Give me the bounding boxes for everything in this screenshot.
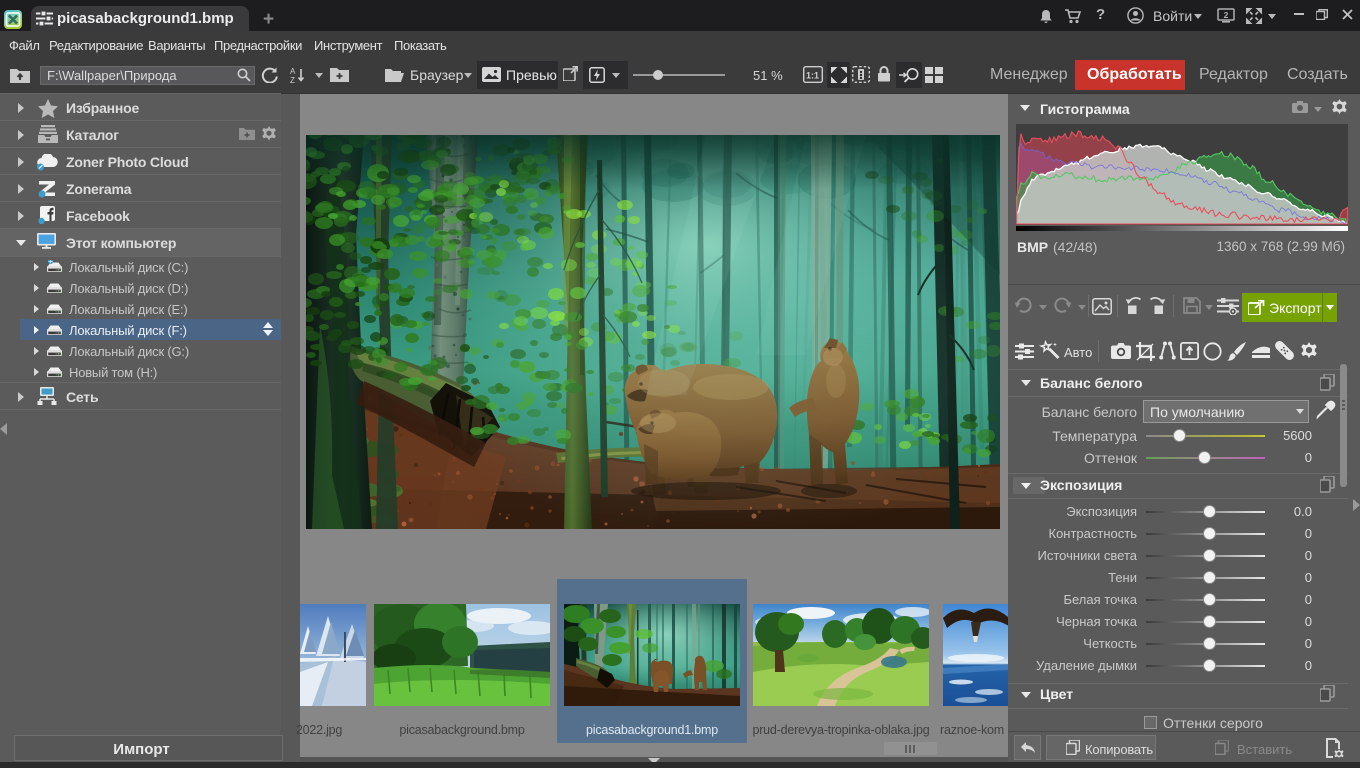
- svg-text:A: A: [290, 67, 296, 76]
- svg-text:2: 2: [1224, 10, 1229, 20]
- svg-text:Z: Z: [290, 76, 295, 83]
- svg-text:1:1: 1:1: [806, 71, 819, 81]
